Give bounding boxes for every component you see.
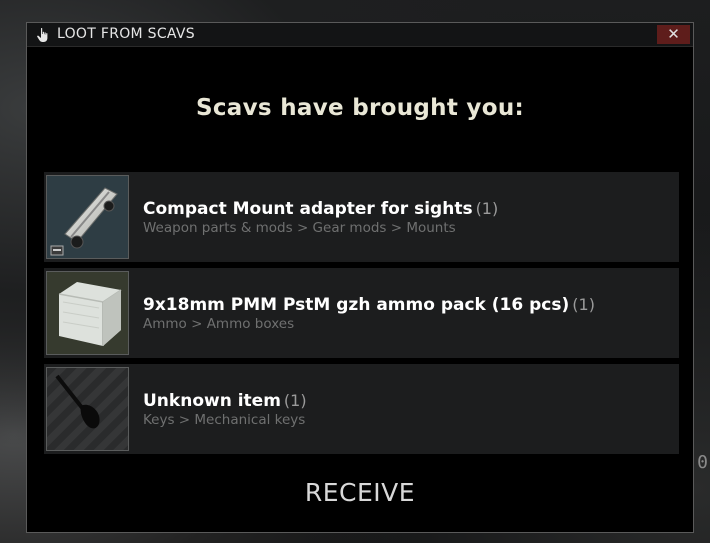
close-icon: ✕ (667, 25, 680, 43)
loot-from-scavs-dialog: LOOT FROM SCAVS ✕ Scavs have brought you… (26, 22, 694, 533)
key-silhouette-icon (46, 367, 129, 451)
hand-pointer-icon (37, 27, 48, 42)
item-category: Weapon parts & mods > Gear mods > Mounts (143, 220, 456, 236)
dialog-titlebar[interactable]: LOOT FROM SCAVS ✕ (27, 23, 693, 47)
dialog-title: LOOT FROM SCAVS (57, 26, 195, 42)
mount-adapter-icon (46, 175, 129, 259)
item-quantity: (1) (572, 295, 595, 314)
close-button[interactable]: ✕ (657, 25, 690, 44)
item-category: Ammo > Ammo boxes (143, 316, 295, 332)
item-category: Keys > Mechanical keys (143, 412, 306, 428)
ammo-pack-icon (46, 271, 129, 355)
loot-item-row[interactable]: Unknown item (1) Keys > Mechanical keys (44, 364, 679, 454)
item-name: 9x18mm PMM PstM gzh ammo pack (16 pcs) (143, 295, 570, 315)
dialog-heading: Scavs have brought you: (196, 95, 524, 121)
loot-item-row[interactable]: 9x18mm PMM PstM gzh ammo pack (16 pcs) (1… (44, 268, 679, 358)
loot-item-row[interactable]: Compact Mount adapter for sights (1) Weap… (44, 172, 679, 262)
item-name: Unknown item (143, 391, 281, 411)
background-text-fragment: 0 (697, 452, 708, 473)
receive-button[interactable]: RECEIVE (280, 474, 440, 512)
item-name: Compact Mount adapter for sights (143, 199, 473, 219)
item-quantity: (1) (475, 199, 499, 218)
item-quantity: (1) (283, 391, 307, 410)
